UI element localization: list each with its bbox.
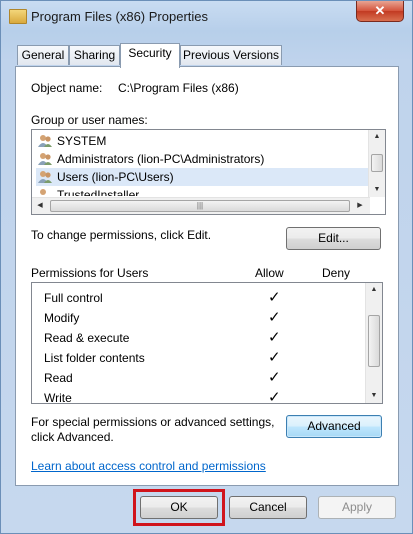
scroll-thumb[interactable]: ||| [50,200,350,212]
window-title: Program Files (x86) Properties [31,9,208,24]
group-list[interactable]: SYSTEM Administrators (lion-PC\Administr… [31,129,386,215]
apply-button[interactable]: Apply [318,496,396,519]
user-icon [38,152,53,166]
scroll-thumb[interactable] [368,315,380,367]
permission-name: List folder contents [44,351,145,365]
allow-check-icon: ✓ [268,389,281,404]
group-list-horizontal-scrollbar[interactable]: ◀ ||| ▶ [32,197,370,214]
edit-button[interactable]: Edit... [286,227,381,250]
security-panel: Object name: C:\Program Files (x86) Grou… [15,66,399,486]
group-item-label: TrustedInstaller [57,188,140,196]
allow-column-header: Allow [255,266,284,280]
group-item-label: SYSTEM [57,134,107,148]
permission-row: List folder contents ✓ [44,348,364,368]
group-list-vertical-scrollbar[interactable]: ▲ ▼ [368,130,385,197]
scroll-left-arrow-icon[interactable]: ◀ [32,199,48,213]
permission-name: Full control [44,291,103,305]
permission-name: Modify [44,311,80,325]
user-icon [38,134,53,148]
user-icon [38,188,53,196]
ok-highlight-box [133,489,225,526]
properties-window: Program Files (x86) Properties ✕ General… [0,0,413,534]
group-label: Group or user names: [31,113,148,127]
deny-column-header: Deny [322,266,351,280]
folder-icon [9,9,27,24]
group-item-label: Administrators (lion-PC\Administrators) [57,152,265,166]
permissions-list: Full control ✓ Modify ✓ Read & execute ✓… [31,282,383,404]
scroll-up-arrow-icon[interactable]: ▲ [366,283,382,297]
permissions-for-label: Permissions for Users [31,266,149,280]
allow-check-icon: ✓ [268,289,281,306]
scroll-down-arrow-icon[interactable]: ▼ [369,183,385,197]
permission-name: Read [44,371,73,385]
permission-row: Write ✓ [44,388,364,404]
permission-row: Read ✓ [44,368,364,388]
group-item-users[interactable]: Users (lion-PC\Users) [36,168,368,186]
group-item-trustedinstaller[interactable]: TrustedInstaller [38,186,139,196]
tab-previous-versions[interactable]: Previous Versions [180,45,282,65]
tab-general[interactable]: General [17,45,69,65]
close-button[interactable]: ✕ [356,1,404,22]
group-item-label: Users (lion-PC\Users) [57,170,174,184]
scroll-thumb[interactable] [371,154,383,172]
allow-check-icon: ✓ [268,309,281,326]
title-bar[interactable]: Program Files (x86) Properties ✕ [1,1,412,33]
scroll-up-arrow-icon[interactable]: ▲ [369,130,385,144]
tab-bar: General Sharing Security Previous Versio… [15,43,405,68]
special-permissions-text-2: click Advanced. [31,430,114,444]
special-permissions-text: For special permissions or advanced sett… [31,415,275,429]
permission-row: Full control ✓ [44,288,364,308]
group-item-system[interactable]: SYSTEM [38,132,106,150]
allow-check-icon: ✓ [268,349,281,366]
learn-more-link[interactable]: Learn about access control and permissio… [31,459,266,473]
scroll-down-arrow-icon[interactable]: ▼ [366,389,382,403]
permission-name: Read & execute [44,331,130,345]
permission-row: Read & execute ✓ [44,328,364,348]
object-name-value: C:\Program Files (x86) [118,81,239,95]
object-name-label: Object name: [31,81,103,95]
change-permissions-text: To change permissions, click Edit. [31,228,212,242]
tab-sharing[interactable]: Sharing [69,45,120,65]
user-icon [38,170,53,184]
allow-check-icon: ✓ [268,369,281,386]
scroll-right-arrow-icon[interactable]: ▶ [352,199,368,213]
permission-row: Modify ✓ [44,308,364,328]
allow-check-icon: ✓ [268,329,281,346]
permission-name: Write [44,391,72,404]
advanced-button[interactable]: Advanced [286,415,382,438]
group-item-administrators[interactable]: Administrators (lion-PC\Administrators) [38,150,264,168]
permissions-list-scrollbar[interactable]: ▲ ▼ [365,283,382,403]
cancel-button[interactable]: Cancel [229,496,307,519]
tab-security[interactable]: Security [120,43,180,68]
